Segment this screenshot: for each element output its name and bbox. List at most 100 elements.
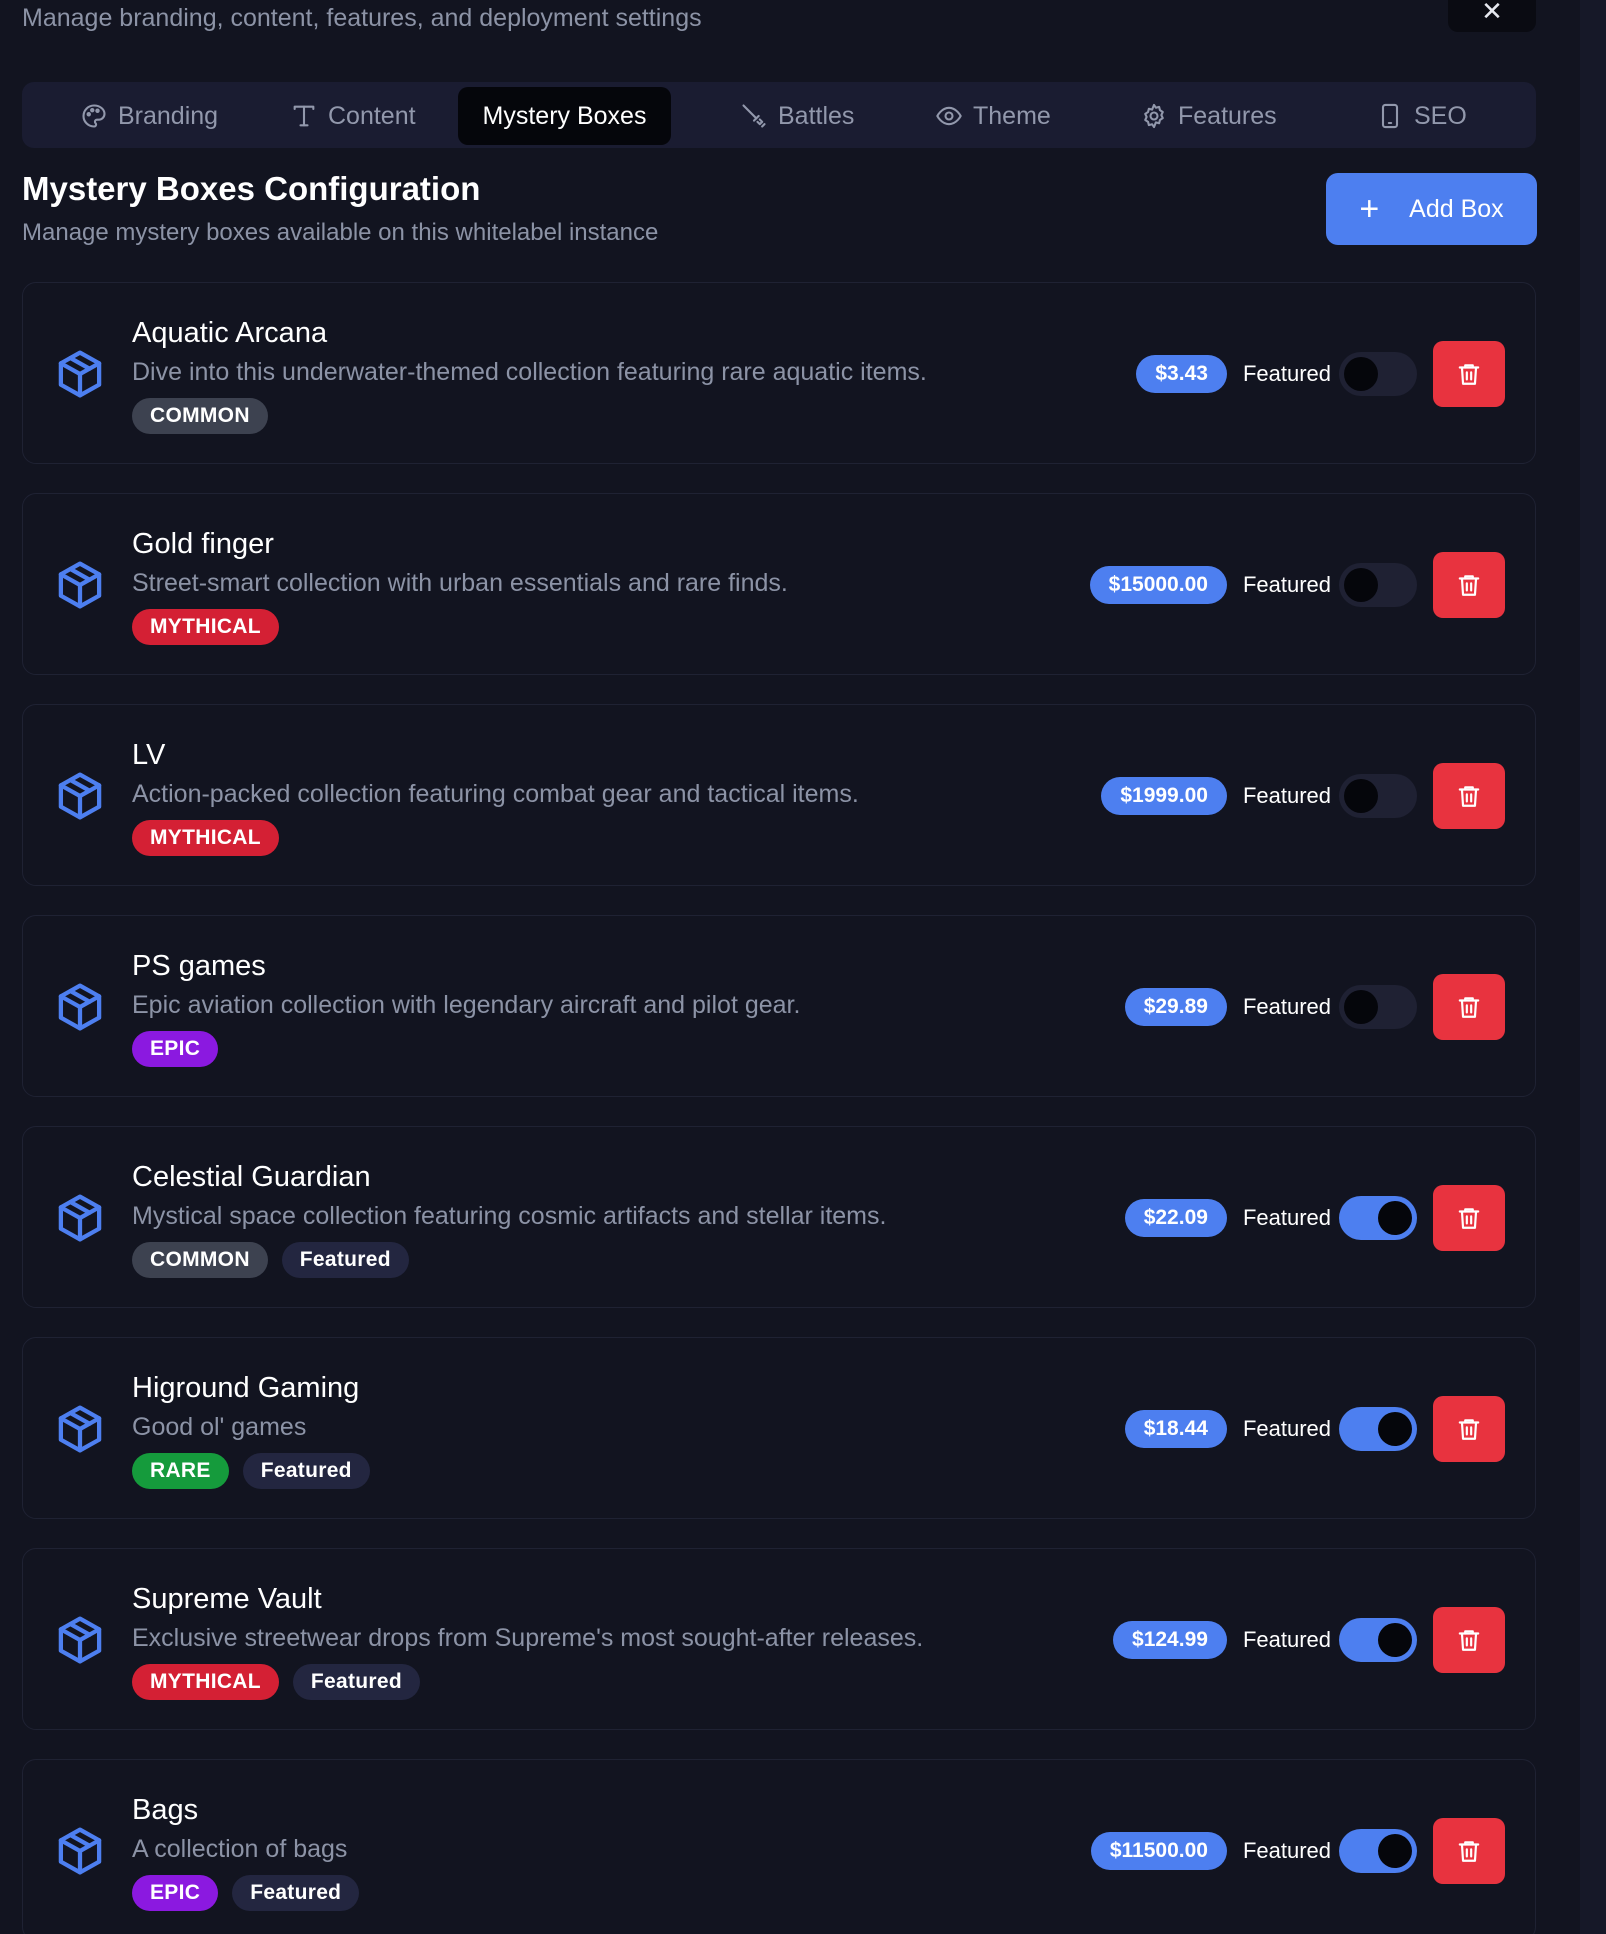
featured-toggle-label: Featured: [1242, 1416, 1331, 1441]
featured-toggle[interactable]: [1339, 1618, 1417, 1662]
package-icon: [58, 1194, 102, 1242]
featured-toggle[interactable]: [1339, 1829, 1417, 1873]
package-icon: [58, 561, 102, 609]
close-button[interactable]: ✕: [1448, 0, 1536, 32]
featured-toggle-label: Featured: [1242, 361, 1331, 386]
trash-icon: [1458, 1208, 1480, 1229]
featured-toggle-label: Featured: [1242, 994, 1331, 1019]
box-name: LV: [132, 739, 166, 771]
tab-features[interactable]: Features: [1112, 87, 1305, 145]
featured-toggle[interactable]: [1339, 1196, 1417, 1240]
box-name: Celestial Guardian: [132, 1161, 371, 1193]
tab-bar: Branding Content Mystery Boxes Battles T…: [22, 82, 1536, 148]
mystery-box-card: Supreme Vault Exclusive streetwear drops…: [22, 1548, 1536, 1730]
section-subtitle: Manage mystery boxes available on this w…: [22, 219, 659, 246]
featured-toggle[interactable]: [1339, 985, 1417, 1029]
tab-battles[interactable]: Battles: [712, 87, 882, 145]
delete-box-button[interactable]: [1433, 1396, 1505, 1462]
add-box-button[interactable]: + Add Box: [1326, 173, 1537, 245]
add-box-label: Add Box: [1409, 194, 1504, 223]
tab-seo[interactable]: SEO: [1348, 87, 1495, 145]
trash-icon: [1458, 1630, 1480, 1651]
featured-toggle-label: Featured: [1242, 1627, 1331, 1652]
toggle-knob: [1344, 568, 1378, 602]
box-description: A collection of bags: [132, 1835, 348, 1863]
featured-toggle-label: Featured: [1242, 572, 1331, 597]
rarity-badge: RARE: [132, 1453, 229, 1489]
package-icon: [58, 1827, 102, 1875]
sword-icon: [742, 104, 766, 128]
mystery-box-card: Gold finger Street-smart collection with…: [22, 493, 1536, 675]
price-badge: $124.99: [1113, 1621, 1227, 1659]
featured-toggle-label: Featured: [1242, 1838, 1331, 1863]
package-icon: [58, 1405, 102, 1453]
trash-icon: [1458, 1419, 1480, 1440]
tab-label: Content: [328, 101, 416, 130]
trash-icon: [1458, 575, 1480, 596]
price-badge: $18.44: [1124, 1410, 1227, 1448]
delete-box-button[interactable]: [1433, 341, 1505, 407]
delete-box-button[interactable]: [1433, 974, 1505, 1040]
toggle-knob: [1344, 779, 1378, 813]
tab-branding[interactable]: Branding: [52, 87, 246, 145]
box-badges: EPIC: [132, 1031, 219, 1067]
tab-label: Features: [1178, 101, 1277, 130]
box-name: Bags: [132, 1794, 199, 1826]
box-badges: RARE Featured: [132, 1453, 370, 1489]
gear-icon: [1144, 103, 1164, 129]
featured-toggle[interactable]: [1339, 1407, 1417, 1451]
package-icon: [58, 350, 102, 398]
scrollbar-track[interactable]: [1580, 0, 1606, 1934]
price-badge: $3.43: [1136, 355, 1227, 393]
trash-icon: [1458, 786, 1480, 807]
box-controls: $15000.00 Featured: [1089, 552, 1505, 618]
trash-icon: [1458, 997, 1480, 1018]
box-controls: $3.43 Featured: [1136, 341, 1505, 407]
box-badges: COMMON: [132, 398, 268, 434]
box-description: Good ol' games: [132, 1413, 307, 1441]
price-badge: $11500.00: [1090, 1832, 1227, 1870]
delete-box-button[interactable]: [1433, 1607, 1505, 1673]
toggle-knob: [1344, 357, 1378, 391]
box-controls: $124.99 Featured: [1113, 1607, 1505, 1673]
box-name: Supreme Vault: [132, 1583, 322, 1615]
box-badges: EPIC Featured: [132, 1875, 360, 1911]
delete-box-button[interactable]: [1433, 1185, 1505, 1251]
box-badges: MYTHICAL Featured: [132, 1664, 420, 1700]
header-subtitle: Manage branding, content, features, and …: [22, 4, 702, 32]
package-icon: [58, 983, 102, 1031]
palette-icon: [82, 104, 106, 128]
delete-box-button[interactable]: [1433, 1818, 1505, 1884]
featured-toggle[interactable]: [1339, 563, 1417, 607]
box-controls: $1999.00 Featured: [1101, 763, 1505, 829]
featured-badge: Featured: [232, 1875, 360, 1911]
tab-label: Battles: [778, 101, 855, 130]
featured-badge: Featured: [242, 1453, 370, 1489]
trash-icon: [1458, 364, 1480, 385]
box-controls: $22.09 Featured: [1124, 1185, 1505, 1251]
tab-label: SEO: [1414, 101, 1467, 130]
delete-box-button[interactable]: [1433, 552, 1505, 618]
price-badge: $22.09: [1124, 1199, 1227, 1237]
featured-badge: Featured: [281, 1242, 409, 1278]
box-name: PS games: [132, 950, 266, 982]
type-icon: [293, 105, 315, 127]
rarity-badge: MYTHICAL: [132, 1664, 279, 1700]
rarity-badge: MYTHICAL: [132, 820, 279, 856]
rarity-badge: EPIC: [132, 1875, 219, 1911]
plus-icon: +: [1359, 190, 1380, 228]
box-badges: COMMON Featured: [132, 1242, 409, 1278]
featured-toggle[interactable]: [1339, 352, 1417, 396]
tab-content[interactable]: Content: [262, 87, 444, 145]
featured-toggle-label: Featured: [1242, 1205, 1331, 1230]
rarity-badge: MYTHICAL: [132, 609, 279, 645]
smartphone-icon: [1381, 103, 1399, 129]
box-controls: $11500.00 Featured: [1090, 1818, 1505, 1884]
delete-box-button[interactable]: [1433, 763, 1505, 829]
featured-toggle[interactable]: [1339, 774, 1417, 818]
tab-theme[interactable]: Theme: [907, 87, 1079, 145]
tab-label: Branding: [118, 101, 219, 130]
toggle-knob: [1344, 990, 1378, 1024]
tab-mystery-boxes[interactable]: Mystery Boxes: [458, 87, 671, 145]
close-icon: ✕: [1481, 0, 1503, 26]
